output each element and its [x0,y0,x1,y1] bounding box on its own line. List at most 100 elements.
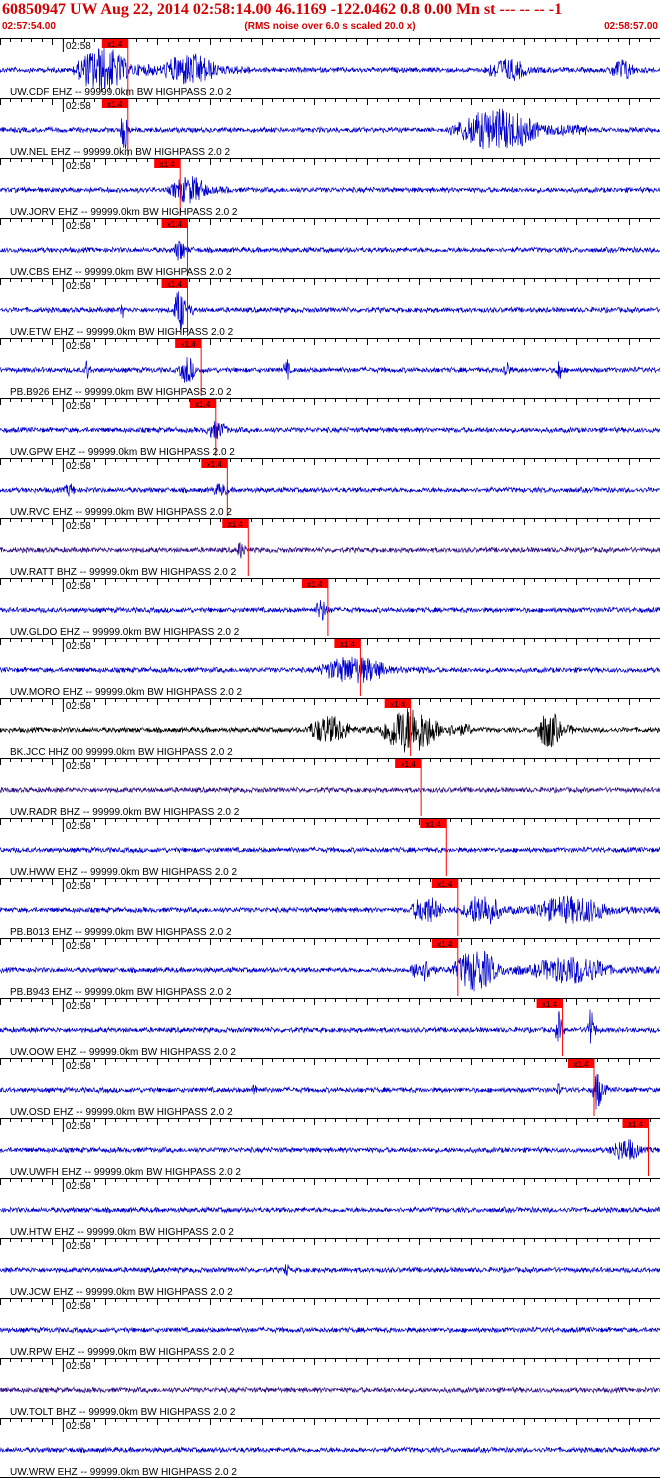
trace-panel: 02:58 x1.4 UW.JORV EHZ -- 99999.0km BW HIG… [0,158,660,218]
pick-label: x1.4 [167,280,183,289]
waveform [0,541,660,559]
station-label: PB.B013 EHZ -- 99999.0km BW HIGHPASS 2.0… [10,927,232,938]
waveform [0,1205,660,1214]
pick-label: x1.4 [426,820,442,829]
waveform [0,845,660,854]
minute-label: 02:58 [66,1361,91,1372]
waveform [0,240,660,261]
station-label: UW.MORO EHZ -- 99999.0km BW HIGHPASS 2.0… [10,687,243,698]
trace-panel: 02:58 x1.4 UW.UWFH EHZ -- 99999.0km BW HIG… [0,1118,660,1178]
pick-label: x1.4 [207,460,223,469]
minute-label: 02:58 [66,881,91,892]
trace-panel: 02:58 x1.4 UW.RATT BHZ -- 99999.0km BW HIG… [0,518,660,578]
waveform [0,895,660,925]
minute-label: 02:58 [66,281,91,292]
minute-label: 02:58 [66,641,91,652]
minute-label: 02:58 [66,1301,91,1312]
waveform [0,786,660,794]
station-label: UW.OOW EHZ -- 99999.0km BW HIGHPASS 2.0 … [10,1047,236,1058]
minute-label: 02:58 [66,521,91,532]
waveform [0,483,660,497]
trace-panel: 02:58 UW.HTW EHZ -- 99999.0km BW HIGHPASS… [0,1178,660,1238]
minute-label: 02:58 [66,1121,91,1132]
minute-label: 02:58 [66,761,91,772]
waveform [0,1264,660,1277]
waveform [0,108,660,150]
station-label: UW.HTW EHZ -- 99999.0km BW HIGHPASS 2.0 … [10,1227,234,1238]
station-label: BK.JCC HHZ 00 99999.0km BW HIGHPASS 2.0 … [10,747,233,758]
minute-label: 02:58 [66,221,91,232]
waveform [0,1009,660,1044]
station-label: UW.ETW EHZ -- 99999.0km BW HIGHPASS 2.0 … [10,327,234,338]
trace-panel: 02:58 x1.4 UW.CBS EHZ -- 99999.0km BW HIGH… [0,218,660,278]
station-label: UW.OSD EHZ -- 99999.0km BW HIGHPASS 2.0 … [10,1107,233,1118]
trace-panel: 02:58 x1.4 UW.NEL EHZ -- 99999.0km BW HIGH… [0,98,660,158]
station-label: UW.GLDO EHZ -- 99999.0km BW HIGHPASS 2.0… [10,627,240,638]
station-label: PB.B926 EHZ -- 99999.0km BW HIGHPASS 2.0… [10,387,232,398]
station-label: UW.RATT BHZ -- 99999.0km BW HIGHPASS 2.0… [10,567,237,578]
minute-label: 02:58 [66,1421,91,1432]
minute-label: 02:58 [66,581,91,592]
waveform [0,600,660,621]
station-label: UW.RPW EHZ -- 99999.0km BW HIGHPASS 2.0 … [10,1347,235,1358]
trace-panel: 02:58 x1.4 UW.MORO EHZ -- 99999.0km BW HIG… [0,638,660,698]
seismogram-plot: 02:58 x1.4 UW.CDF EHZ -- 99999.0km BW HIGH… [0,38,660,1478]
minute-label: 02:58 [66,341,91,352]
station-label: UW.HWW EHZ -- 99999.0km BW HIGHPASS 2.0 … [10,867,238,878]
minute-label: 02:58 [66,821,91,832]
trace-panel: 02:58 x1.4 UW.GPW EHZ -- 99999.0km BW HIGH… [0,398,660,458]
trace-panel: 02:58 UW.RPW EHZ -- 99999.0km BW HIGHPASS… [0,1298,660,1358]
event-title: 60850947 UW Aug 22, 2014 02:58:14.00 46.… [2,1,563,18]
header: 60850947 UW Aug 22, 2014 02:58:14.00 46.… [0,0,660,38]
pick-label: x1.4 [107,100,123,109]
pick-label: x1.4 [340,640,356,649]
minute-label: 02:58 [66,1061,91,1072]
rms-noise-subtitle: (RMS noise over 6.0 s scaled 20.0 x) [244,21,416,32]
waveform [0,1325,660,1334]
pick-label: x1.4 [437,940,453,949]
station-label: UW.WRW EHZ -- 99999.0km BW HIGHPASS 2.0 … [10,1467,237,1478]
waveform [0,1445,660,1454]
minute-label: 02:58 [66,401,91,412]
pick-label: x1.4 [573,1060,589,1069]
station-label: UW.NEL EHZ -- 99999.0km BW HIGHPASS 2.0 … [10,147,231,158]
minute-label: 02:58 [66,161,91,172]
waveform [0,176,660,204]
waveform [0,950,660,992]
waveform [0,656,660,684]
station-label: PB.B943 EHZ -- 99999.0km BW HIGHPASS 2.0… [10,987,232,998]
trace-panel: 02:58 UW.JCW EHZ -- 99999.0km BW HIGHPASS… [0,1238,660,1298]
station-label: UW.GPW EHZ -- 99999.0km BW HIGHPASS 2.0 … [10,447,235,458]
trace-panel: 02:58 x1.4 UW.HWW EHZ -- 99999.0km BW HIGH… [0,818,660,878]
waveform [0,1074,660,1110]
station-label: UW.JCW EHZ -- 99999.0km BW HIGHPASS 2.0 … [10,1287,233,1298]
trace-panel: 02:58 x1.4 PB.B013 EHZ -- 99999.0km BW HIG… [0,878,660,938]
pick-label: x1.4 [401,760,417,769]
waveform [0,47,660,93]
trace-panel: 02:58 x1.4 UW.ETW EHZ -- 99999.0km BW HIGH… [0,278,660,338]
waveform [0,357,660,383]
minute-label: 02:58 [66,101,91,112]
station-label: UW.RVC EHZ -- 99999.0km BW HIGHPASS 2.0 … [10,507,232,518]
trace-panel: 02:58 x1.4 PB.B943 EHZ -- 99999.0km BW HIG… [0,938,660,998]
minute-label: 02:58 [66,701,91,712]
pick-label: x1.4 [167,220,183,229]
trace-panel: 02:58 x1.4 BK.JCC HHZ 00 99999.0km BW HIGH… [0,698,660,758]
pick-label: x1.4 [437,880,453,889]
minute-label: 02:58 [66,941,91,952]
minute-label: 02:58 [66,1001,91,1012]
pick-label: x1.4 [542,1000,558,1009]
station-label: UW.TOLT BHZ -- 99999.0km BW HIGHPASS 2.0… [10,1407,236,1418]
end-time-label: 02:58:57.00 [604,21,658,32]
trace-panel: 02:58 x1.4 UW.OOW EHZ -- 99999.0km BW HIGH… [0,998,660,1058]
station-label: UW.CBS EHZ -- 99999.0km BW HIGHPASS 2.0 … [10,267,232,278]
waveform [0,708,660,753]
waveform [0,1386,660,1395]
pick-label: x1.4 [228,520,244,529]
pick-label: x1.4 [195,400,211,409]
pick-label: x1.4 [390,700,406,709]
station-label: UW.CDF EHZ -- 99999.0km BW HIGHPASS 2.0 … [10,87,232,98]
station-label: UW.UWFH EHZ -- 99999.0km BW HIGHPASS 2.0… [10,1167,241,1178]
station-label: UW.JORV EHZ -- 99999.0km BW HIGHPASS 2.0… [10,207,238,218]
minute-label: 02:58 [66,1181,91,1192]
